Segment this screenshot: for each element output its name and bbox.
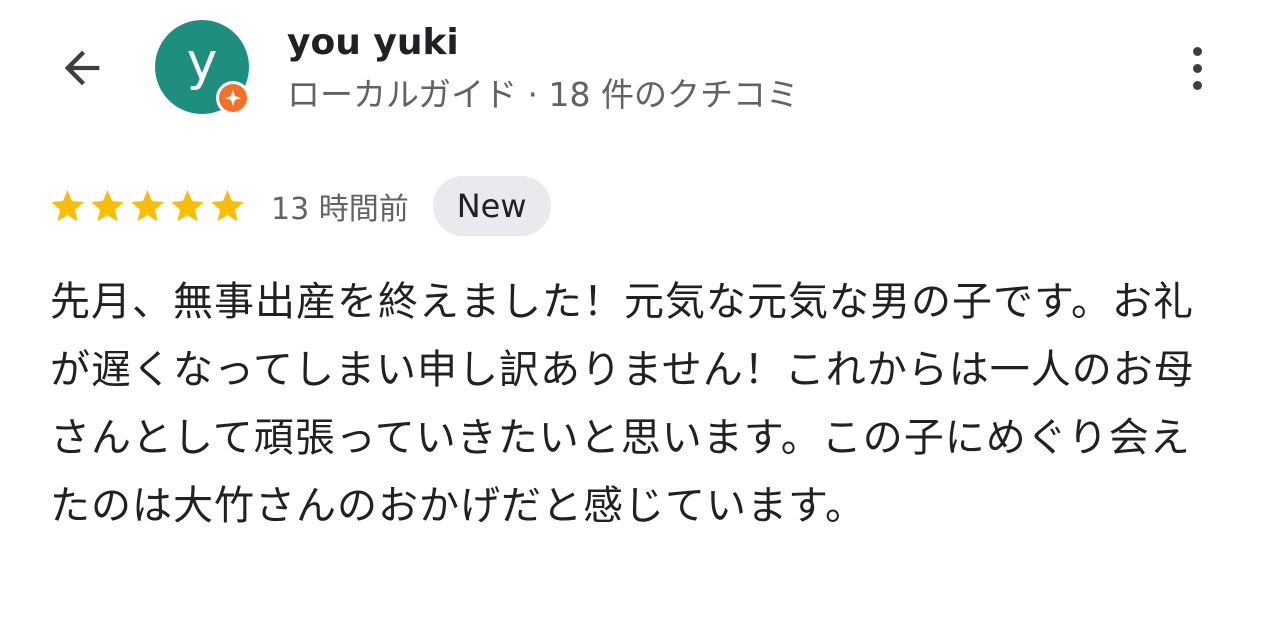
star-rating	[48, 187, 247, 226]
arrow-back-icon	[64, 50, 100, 86]
new-badge: New	[432, 176, 551, 236]
local-guide-star-icon	[219, 84, 247, 112]
more-options-button[interactable]	[1172, 36, 1222, 100]
local-guide-badge	[216, 81, 250, 115]
review-text: 先月、無事出産を終えました！元気な元気な男の子です。お礼が遅くなってしまい申し訳…	[50, 279, 1195, 529]
star-icon	[51, 189, 84, 221]
star-icon	[91, 189, 124, 221]
review-time: 13 時間前	[271, 192, 409, 227]
more-vert-icon	[1192, 46, 1202, 56]
avatar[interactable]: y	[155, 20, 250, 115]
star-icon	[171, 189, 204, 221]
review-detail: y you yuki ローカルガイド · 18 件のクチコミ 13 時間前 Ne…	[0, 0, 1280, 640]
star-icon	[131, 189, 164, 221]
user-meta: ローカルガイド · 18 件のクチコミ	[287, 75, 799, 114]
user-name[interactable]: you yuki	[287, 22, 459, 63]
back-button[interactable]	[52, 38, 112, 98]
rating-row: 13 時間前 New	[48, 176, 551, 236]
star-icon	[211, 189, 244, 221]
